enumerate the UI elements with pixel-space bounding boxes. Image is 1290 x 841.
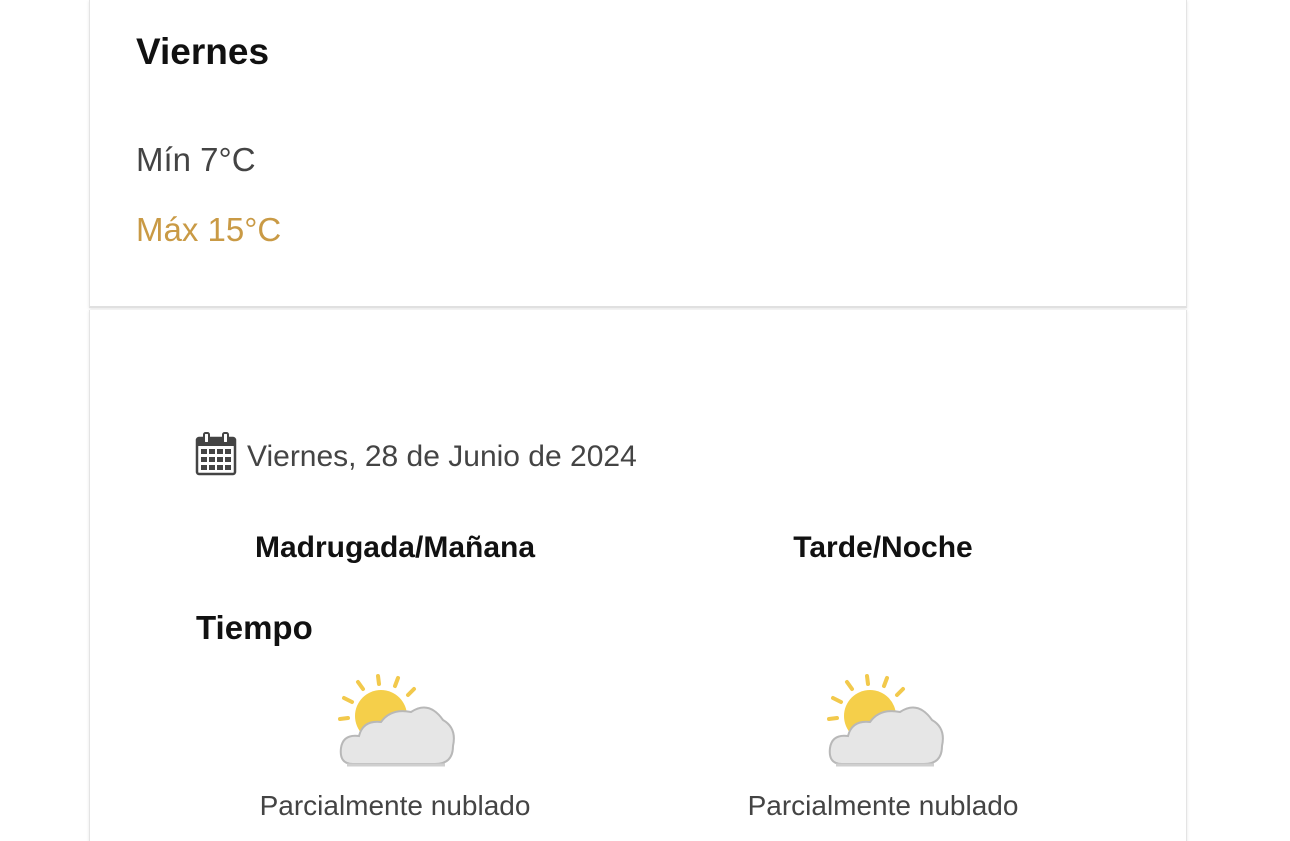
min-temperature: Mín 7°C <box>136 141 256 178</box>
day-detail-card: Viernes, 28 de Junio de 2024 Madrugada/M… <box>89 310 1187 841</box>
forecast-page: Viernes Mín 7°C Máx 15°C Viernes, 28 de … <box>0 0 1290 841</box>
partly-cloudy-icon <box>333 672 457 772</box>
max-temperature: Máx 15°C <box>136 211 282 248</box>
morning-condition: Parcialmente nublado <box>259 790 531 821</box>
period-morning-label: Madrugada/Mañana <box>254 531 536 564</box>
calendar-icon-svg <box>195 432 237 476</box>
date-row: Viernes, 28 de Junio de 2024 <box>195 432 637 481</box>
day-title: Viernes <box>136 31 270 72</box>
calendar-icon <box>195 432 237 481</box>
forecast-date: Viernes, 28 de Junio de 2024 <box>247 439 637 473</box>
partly-cloudy-icon <box>822 672 946 772</box>
day-summary-card: Viernes Mín 7°C Máx 15°C <box>89 0 1187 308</box>
evening-condition: Parcialmente nublado <box>747 790 1019 821</box>
weather-section-label: Tiempo <box>196 609 313 646</box>
period-evening-label: Tarde/Noche <box>793 531 973 564</box>
